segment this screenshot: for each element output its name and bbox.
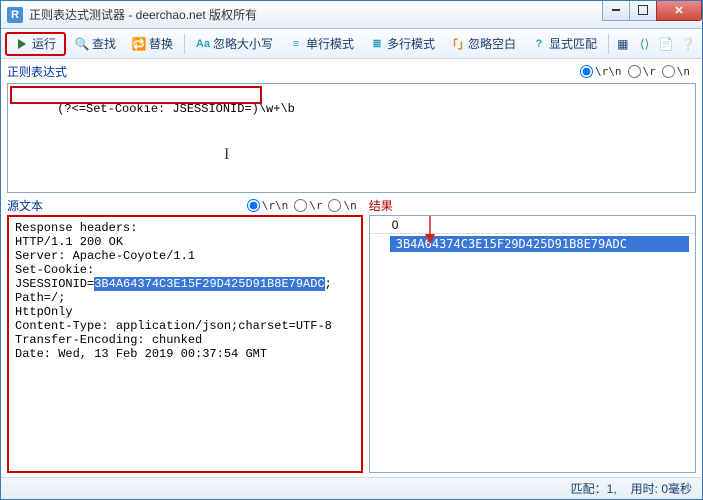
multiline-label: 多行模式 (387, 35, 435, 52)
tool-button-4[interactable]: ❔ (678, 32, 698, 56)
regex-text: (?<=Set-Cookie: JSESSIONID=)\w+\b (57, 102, 295, 116)
regex-lf-option[interactable]: \n (662, 65, 690, 78)
multiline-button[interactable]: ≣ 多行模式 (363, 32, 442, 56)
ignorews-icon: 「」 (451, 37, 465, 51)
app-icon: R (7, 7, 23, 23)
maximize-button[interactable] (629, 1, 657, 21)
result-tree[interactable]: 0 3B4A64374C3E15F29D425D91B8E79ADC (369, 215, 696, 473)
search-icon: 🔍 (75, 37, 89, 51)
separator (608, 34, 609, 54)
regex-header: 正则表达式 \r\n \r \n (7, 61, 696, 81)
regex-line-ending-options: \r\n \r \n (580, 65, 690, 78)
doc-icon: 📄 (659, 37, 673, 51)
ignorecase-label: 忽略大小写 (213, 35, 273, 52)
source-crlf-option[interactable]: \r\n (247, 199, 289, 212)
app-window: R 正则表达式测试器 - deerchao.net 版权所有 运行 🔍 查找 🔁… (0, 0, 703, 500)
source-cr-option[interactable]: \r (294, 199, 322, 212)
singleline-label: 单行模式 (306, 35, 354, 52)
replace-label: 替换 (149, 35, 173, 52)
source-input[interactable]: Response headers: HTTP/1.1 200 OK Server… (7, 215, 363, 473)
tool-button-2[interactable]: ⟨⟩ (635, 32, 655, 56)
find-label: 查找 (92, 35, 116, 52)
window-controls (603, 1, 702, 21)
regex-lf-radio[interactable] (662, 65, 675, 78)
replace-button[interactable]: 🔁 替换 (125, 32, 180, 56)
ignorecase-icon: Aa (196, 37, 210, 51)
find-button[interactable]: 🔍 查找 (68, 32, 123, 56)
regex-label: 正则表达式 (7, 63, 67, 80)
source-crlf-radio[interactable] (247, 199, 260, 212)
separator (184, 34, 185, 54)
source-lf-radio[interactable] (328, 199, 341, 212)
minimize-button[interactable] (602, 1, 630, 21)
ignorews-label: 忽略空白 (468, 35, 516, 52)
source-line-ending-options: \r\n \r \n (247, 199, 357, 212)
close-button[interactable] (656, 1, 702, 21)
play-icon (15, 37, 29, 51)
source-lf-option[interactable]: \n (328, 199, 356, 212)
explicit-label: 显式匹配 (549, 35, 597, 52)
window-title: 正则表达式测试器 - deerchao.net 版权所有 (29, 6, 603, 23)
source-cr-radio[interactable] (294, 199, 307, 212)
result-label: 结果 (369, 197, 393, 214)
status-time: 用时: 0毫秒 (631, 480, 692, 497)
status-bar: 匹配：1, 用时: 0毫秒 (1, 477, 702, 499)
code-icon: ⟨⟩ (638, 37, 652, 51)
run-button[interactable]: 运行 (5, 32, 66, 56)
ignorecase-button[interactable]: Aa 忽略大小写 (189, 32, 280, 56)
text-cursor-icon: I (224, 146, 229, 164)
run-label: 运行 (32, 35, 56, 52)
explicit-icon: ? (532, 37, 546, 51)
regex-input[interactable]: (?<=Set-Cookie: JSESSIONID=)\w+\b I (7, 83, 696, 193)
help-icon: ❔ (681, 37, 695, 51)
toolbar: 运行 🔍 查找 🔁 替换 Aa 忽略大小写 ≡ 单行模式 ≣ 多行模式 「」 忽… (1, 29, 702, 59)
tool-button-1[interactable]: ▦ (613, 32, 633, 56)
titlebar: R 正则表达式测试器 - deerchao.net 版权所有 (1, 1, 702, 29)
content-area: 正则表达式 \r\n \r \n (?<=Set-Cookie: JSESSIO… (1, 59, 702, 477)
matched-text: 3B4A64374C3E15F29D425D91B8E79ADC (94, 277, 324, 291)
source-header: 源文本 \r\n \r \n (7, 195, 363, 215)
regex-crlf-radio[interactable] (580, 65, 593, 78)
source-column: 源文本 \r\n \r \n Response headers: HTTP/1.… (7, 195, 363, 473)
singleline-icon: ≡ (289, 37, 303, 51)
bottom-row: 源文本 \r\n \r \n Response headers: HTTP/1.… (7, 195, 696, 473)
highlight-box (10, 86, 262, 104)
tool-button-3[interactable]: 📄 (656, 32, 676, 56)
explicit-button[interactable]: ? 显式匹配 (525, 32, 604, 56)
grid-icon: ▦ (616, 37, 630, 51)
source-label: 源文本 (7, 197, 43, 214)
singleline-button[interactable]: ≡ 单行模式 (282, 32, 361, 56)
status-match-count: 匹配：1, (571, 480, 617, 497)
replace-icon: 🔁 (132, 37, 146, 51)
result-group-header[interactable]: 0 (370, 216, 695, 234)
result-header: 结果 (369, 195, 696, 215)
regex-crlf-option[interactable]: \r\n (580, 65, 622, 78)
regex-cr-radio[interactable] (628, 65, 641, 78)
result-match-item[interactable]: 3B4A64374C3E15F29D425D91B8E79ADC (390, 236, 689, 252)
regex-cr-option[interactable]: \r (628, 65, 656, 78)
multiline-icon: ≣ (370, 37, 384, 51)
result-column: 结果 0 3B4A64374C3E15F29D425D91B8E79ADC (369, 195, 696, 473)
ignorews-button[interactable]: 「」 忽略空白 (444, 32, 523, 56)
